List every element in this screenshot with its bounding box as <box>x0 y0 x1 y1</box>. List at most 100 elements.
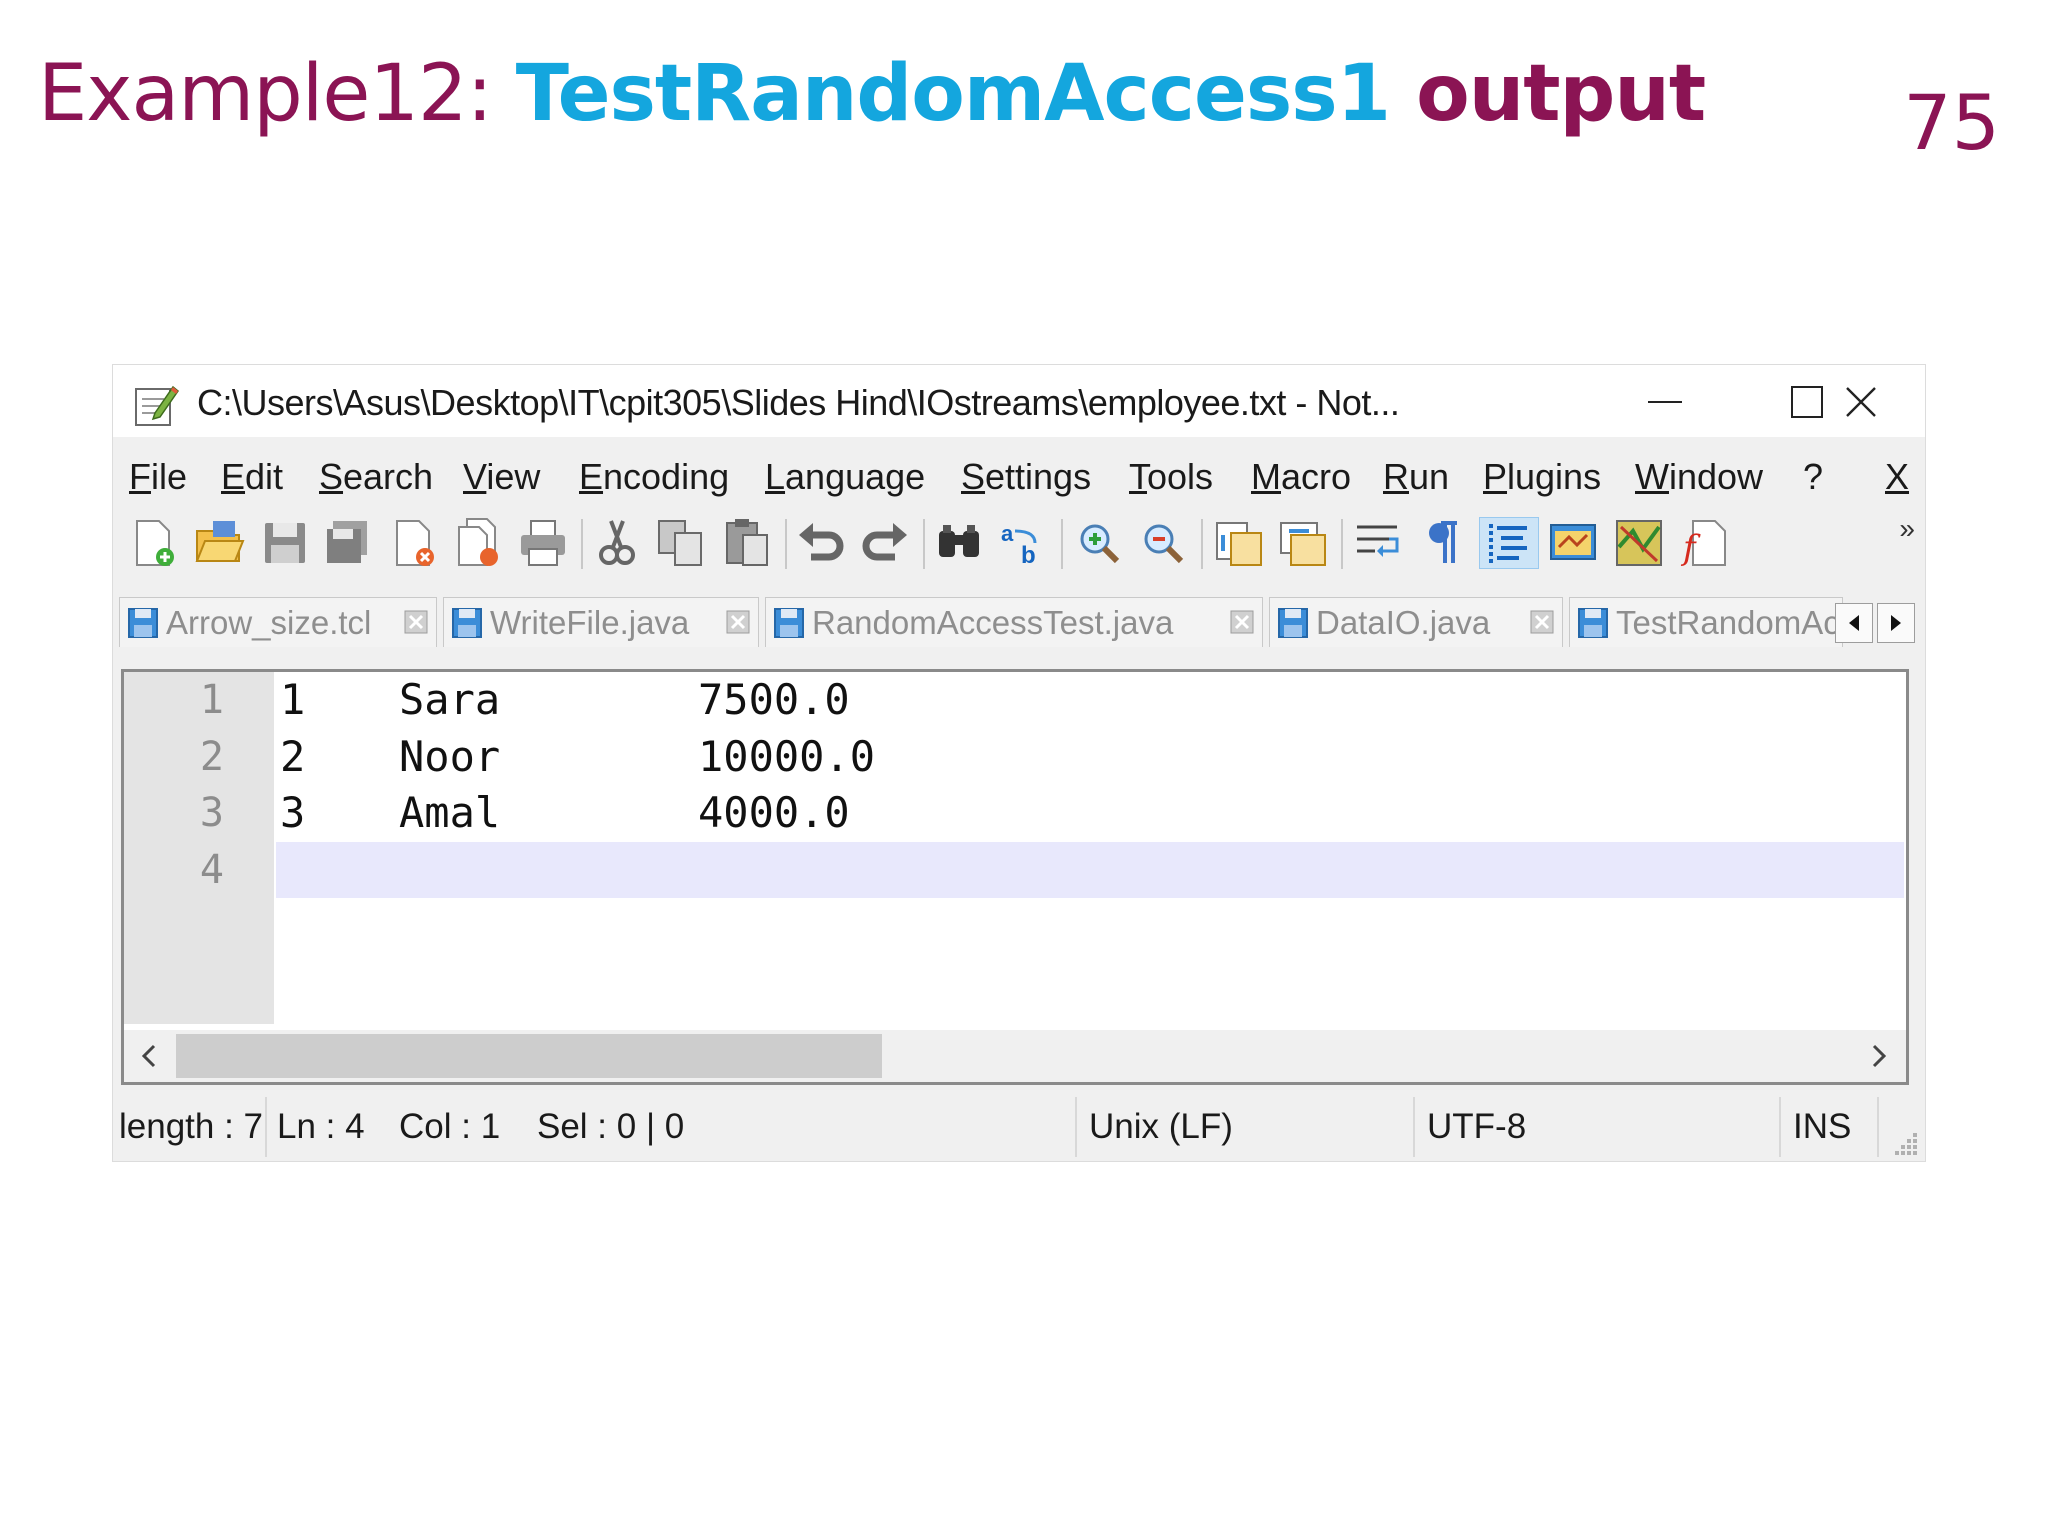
employee-id: 2 <box>280 732 306 781</box>
close-window-button[interactable] <box>1835 379 1887 425</box>
minimize-button[interactable] <box>1639 379 1691 425</box>
horizontal-scrollbar[interactable] <box>124 1030 1906 1082</box>
print-button[interactable] <box>517 517 569 569</box>
save-all-button[interactable] <box>321 517 373 569</box>
employee-name: Sara <box>399 675 501 724</box>
text-editor[interactable]: 1 2 3 4 1 Sara 7500.0 2 Noor 10000.0 3 A… <box>121 669 1909 1085</box>
function-list-icon: f <box>1680 520 1726 568</box>
scrollbar-thumb[interactable] <box>176 1034 882 1078</box>
maximize-icon <box>1791 386 1823 418</box>
menu-tools[interactable]: Tools <box>1129 453 1213 501</box>
tab-close-icon[interactable] <box>726 610 750 634</box>
scroll-left-arrow-icon[interactable] <box>134 1040 164 1072</box>
show-all-chars-button[interactable] <box>1417 517 1469 569</box>
maximize-button[interactable] <box>1781 379 1833 425</box>
redo-button[interactable] <box>859 517 911 569</box>
document-map-icon <box>1616 520 1662 566</box>
status-encoding: UTF-8 <box>1427 1107 1527 1146</box>
tab-testrandomaccess1-java[interactable]: TestRandomAccess1.java <box>1569 597 1843 647</box>
zoom-in-icon <box>1080 524 1120 564</box>
menu-plugins[interactable]: Plugins <box>1483 453 1601 501</box>
redo-icon <box>862 523 907 561</box>
menu-language[interactable]: Language <box>765 453 925 501</box>
tab-bar: Arrow_size.tcl WriteFile.java RandomAcce… <box>113 593 1925 651</box>
employee-salary: 10000.0 <box>698 732 876 781</box>
employee-id: 3 <box>280 788 306 837</box>
user-language-icon <box>1550 524 1596 560</box>
sync-vertical-button[interactable] <box>1213 517 1265 569</box>
tab-randomaccesstest-java[interactable]: RandomAccessTest.java <box>765 597 1263 647</box>
indent-guide-button[interactable] <box>1479 517 1539 569</box>
menu-help[interactable]: ? <box>1803 453 1823 501</box>
menu-search[interactable]: Search <box>319 453 433 501</box>
tab-label: RandomAccessTest.java <box>812 603 1174 641</box>
line-number: 3 <box>199 790 224 836</box>
tab-label: DataIO.java <box>1316 603 1491 641</box>
close-file-button[interactable] <box>387 517 439 569</box>
cut-button[interactable] <box>591 517 643 569</box>
status-selection: Sel : 0 | 0 <box>537 1107 685 1146</box>
title-class-name: TestRandomAccess1 <box>515 49 1391 139</box>
menu-run[interactable]: Run <box>1383 453 1449 501</box>
sync-horizontal-icon <box>1280 522 1326 566</box>
undo-button[interactable] <box>795 517 847 569</box>
tab-arrow-size-tcl[interactable]: Arrow_size.tcl <box>119 597 437 647</box>
replace-button[interactable]: ab <box>997 517 1049 569</box>
tab-close-icon[interactable] <box>404 610 428 634</box>
notepadpp-window: C:\Users\Asus\Desktop\IT\cpit305\Slides … <box>112 364 1926 1162</box>
tab-scroll-right-button[interactable] <box>1877 603 1915 643</box>
menu-close-doc[interactable]: X <box>1885 453 1909 501</box>
toolbar-separator <box>923 519 925 569</box>
menu-view[interactable]: View <box>463 453 540 501</box>
status-column: Col : 1 <box>399 1107 501 1146</box>
toolbar-overflow-chevron[interactable]: » <box>1899 513 1915 545</box>
document-map-button[interactable] <box>1613 517 1665 569</box>
menu-encoding[interactable]: Encoding <box>579 453 729 501</box>
function-list-button[interactable]: f <box>1679 517 1731 569</box>
tab-label: TestRandomAccess1.java <box>1616 603 1842 641</box>
new-file-button[interactable] <box>127 517 179 569</box>
menu-window[interactable]: Window <box>1635 453 1763 501</box>
tab-close-icon[interactable] <box>1530 610 1554 634</box>
zoom-in-button[interactable] <box>1073 517 1125 569</box>
window-title: C:\Users\Asus\Desktop\IT\cpit305\Slides … <box>197 382 1400 423</box>
save-button[interactable] <box>259 517 311 569</box>
tab-writefile-java[interactable]: WriteFile.java <box>443 597 759 647</box>
tab-scroll-left-button[interactable] <box>1835 603 1873 643</box>
open-file-button[interactable] <box>193 517 245 569</box>
status-length: length : 7 <box>119 1107 263 1146</box>
replace-icon: ab <box>1001 521 1037 569</box>
notepad-app-icon <box>135 385 179 426</box>
tab-dataio-java[interactable]: DataIO.java <box>1269 597 1563 647</box>
menu-file[interactable]: File <box>129 453 187 501</box>
copy-button[interactable] <box>655 517 707 569</box>
status-divider <box>1413 1097 1415 1157</box>
zoom-out-icon <box>1144 524 1184 564</box>
scroll-right-arrow-icon[interactable] <box>1864 1040 1894 1072</box>
title-bar[interactable]: C:\Users\Asus\Desktop\IT\cpit305\Slides … <box>113 365 1925 437</box>
menu-settings[interactable]: Settings <box>961 453 1091 501</box>
toolbar-separator <box>581 519 583 569</box>
paste-button[interactable] <box>721 517 773 569</box>
status-bar: length : 7 Ln : 4 Col : 1 Sel : 0 | 0 Un… <box>113 1093 1925 1161</box>
user-language-button[interactable] <box>1547 517 1599 569</box>
toolbar-separator <box>1341 519 1343 569</box>
menu-macro[interactable]: Macro <box>1251 453 1351 501</box>
zoom-out-button[interactable] <box>1137 517 1189 569</box>
svg-text:a: a <box>1001 521 1014 546</box>
saved-file-icon <box>1278 607 1308 638</box>
line-number-gutter: 1 2 3 4 <box>124 672 274 1024</box>
resize-grip-icon[interactable] <box>1893 1129 1919 1155</box>
close-all-button[interactable] <box>451 517 503 569</box>
minimize-icon <box>1648 401 1682 403</box>
cut-icon <box>599 520 635 565</box>
word-wrap-icon <box>1357 525 1399 557</box>
tab-close-icon[interactable] <box>1230 610 1254 634</box>
line-number: 4 <box>199 847 224 893</box>
menu-bar: File Edit Search View Encoding Language … <box>113 453 1925 501</box>
menu-edit[interactable]: Edit <box>221 453 283 501</box>
toolbar-separator <box>785 519 787 569</box>
word-wrap-button[interactable] <box>1353 517 1405 569</box>
sync-horizontal-button[interactable] <box>1277 517 1329 569</box>
find-button[interactable] <box>933 517 985 569</box>
